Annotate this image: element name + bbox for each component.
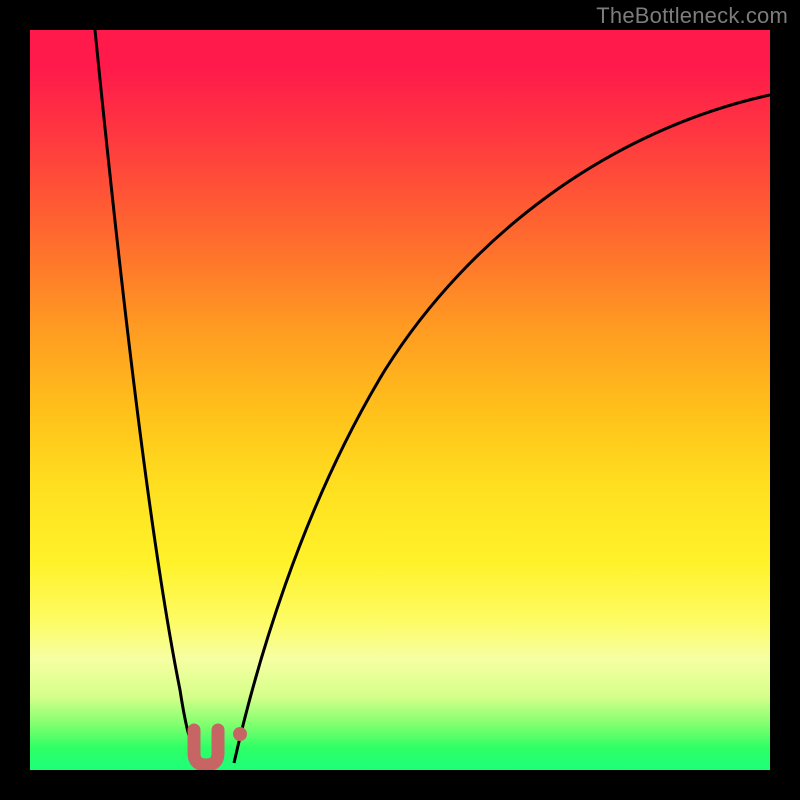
right-curve <box>234 95 770 763</box>
u-marker <box>194 730 218 765</box>
curves-svg <box>30 30 770 770</box>
watermark-text: TheBottleneck.com <box>596 3 788 29</box>
left-curve <box>95 30 203 765</box>
chart-frame: TheBottleneck.com <box>0 0 800 800</box>
dot-marker <box>233 727 247 741</box>
plot-area <box>30 30 770 770</box>
